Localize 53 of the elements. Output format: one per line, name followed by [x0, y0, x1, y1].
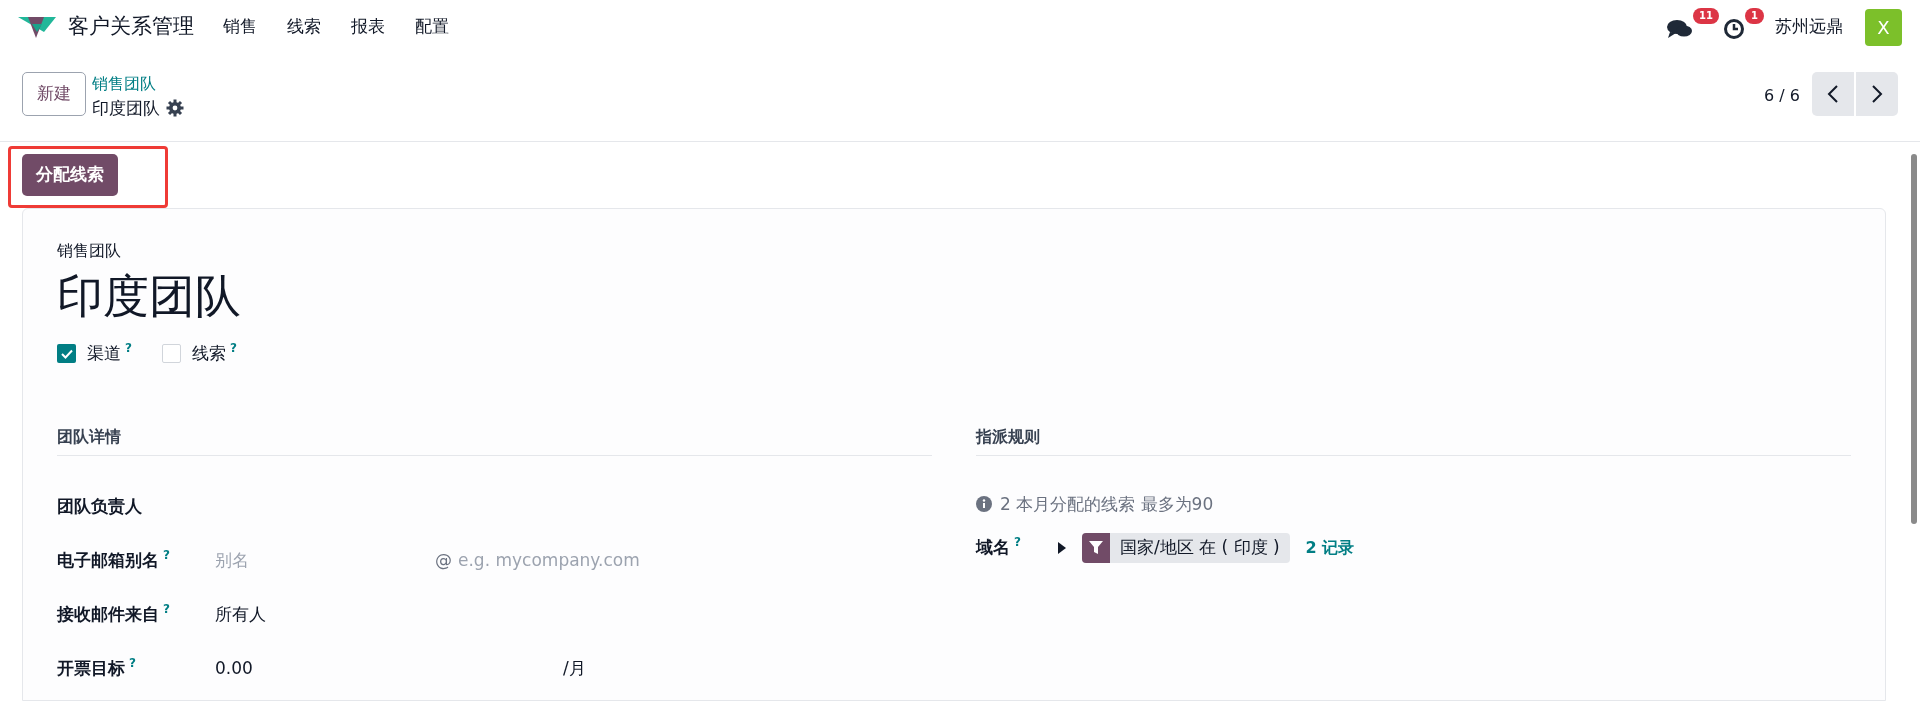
app-logo-icon[interactable]	[18, 14, 56, 40]
field-label: 团队负责人	[57, 494, 142, 518]
amount-value[interactable]: 0.00	[215, 655, 563, 682]
section-title: 团队详情	[57, 424, 932, 456]
app-title[interactable]: 客户关系管理	[68, 11, 194, 43]
checkmark-icon	[60, 348, 73, 359]
checkbox[interactable]	[161, 344, 181, 364]
caret-right-icon[interactable]	[1058, 542, 1066, 554]
notification-badge: 11	[1693, 8, 1719, 24]
menu-item[interactable]: 销售	[208, 14, 272, 40]
form-caption: 销售团队	[57, 240, 122, 262]
help-tooltip-mark[interactable]: ?	[229, 341, 237, 355]
filter-icon	[1089, 541, 1103, 555]
menu-item[interactable]: 线索	[272, 14, 336, 40]
chevron-left-icon	[1827, 84, 1839, 104]
pager-counter[interactable]: 6 / 6	[1764, 84, 1800, 108]
field-label: 开票目标	[57, 656, 125, 680]
field-label: 电子邮箱别名	[57, 548, 159, 572]
chat-icon	[1667, 18, 1693, 40]
field-value[interactable]: 所有人	[215, 601, 266, 628]
help-tooltip-mark[interactable]: ?	[163, 601, 170, 616]
previous-button[interactable]	[1812, 72, 1854, 116]
info-text: 2 本月分配的线索 最多为90	[1000, 492, 1214, 516]
domain-input[interactable]: e.g. mycompany.com	[458, 547, 698, 574]
help-tooltip-mark[interactable]: ?	[129, 655, 136, 670]
new-button[interactable]: 新建	[22, 72, 86, 116]
checkbox[interactable]	[57, 344, 76, 364]
help-tooltip-mark[interactable]: ?	[1014, 535, 1021, 550]
notification-badge: 1	[1745, 8, 1764, 24]
record-title: 印度团队	[92, 97, 160, 120]
breadcrumb-link[interactable]: 销售团队	[92, 72, 184, 96]
at-sign: @	[435, 548, 452, 572]
assign-leads-button[interactable]: 分配线索	[22, 154, 118, 196]
checkbox-label[interactable]: 线索	[191, 341, 226, 367]
alias-input[interactable]: 别名	[215, 547, 435, 574]
next-button[interactable]	[1856, 72, 1898, 116]
company-name[interactable]: 苏州远鼎	[1775, 14, 1843, 40]
chevron-right-icon	[1871, 84, 1883, 104]
domain-filter-tag[interactable]: 国家/地区 在 ( 印度 )	[1082, 533, 1290, 563]
section-title: 指派规则	[976, 424, 1851, 456]
menu-item[interactable]: 配置	[400, 14, 464, 40]
menu-item[interactable]: 报表	[336, 14, 400, 40]
field-label: 域名	[976, 536, 1010, 560]
settings-icon[interactable]	[166, 99, 184, 117]
period-suffix: /月	[563, 656, 586, 680]
clock-icon	[1723, 18, 1745, 40]
info-icon	[976, 496, 992, 513]
team-name: 印度团队	[57, 268, 242, 325]
checkbox-label[interactable]: 渠道	[87, 341, 121, 367]
records-link[interactable]: 2 记录	[1305, 536, 1355, 560]
help-tooltip-mark[interactable]: ?	[163, 547, 170, 562]
field-label: 接收邮件来自	[57, 602, 159, 626]
help-tooltip-mark[interactable]: ?	[125, 341, 132, 355]
